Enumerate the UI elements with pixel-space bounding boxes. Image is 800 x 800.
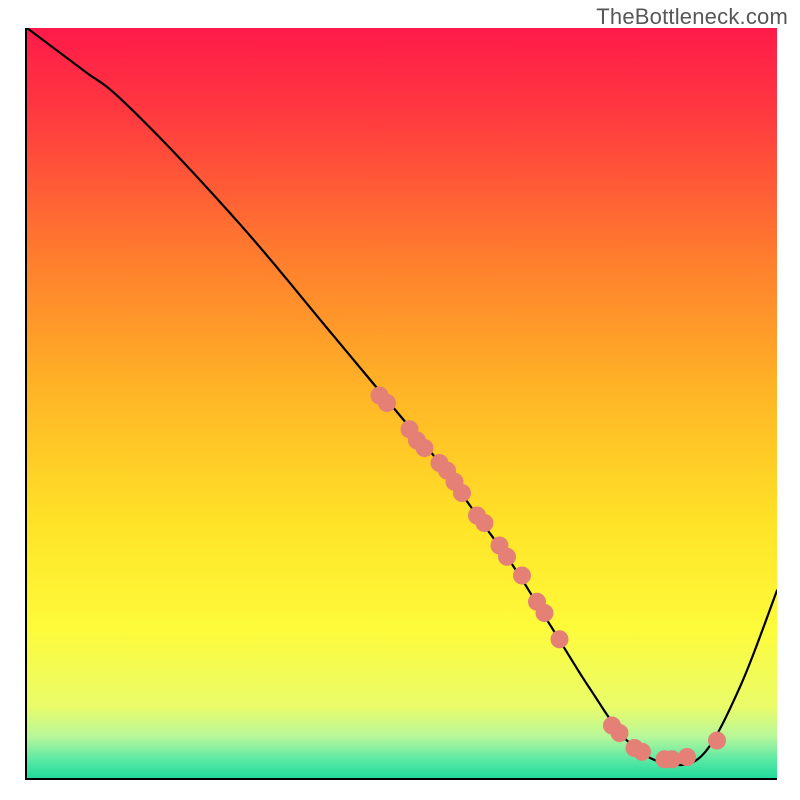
watermark-text: TheBottleneck.com	[596, 4, 788, 30]
curve-marker	[416, 439, 434, 457]
curve-marker	[708, 732, 726, 750]
curve-marker	[498, 548, 516, 566]
curve-marker	[678, 748, 696, 766]
curve-marker	[476, 514, 494, 532]
chart-plot-area	[25, 28, 777, 780]
curve-marker	[633, 743, 651, 761]
curve-marker	[513, 567, 531, 585]
chart-background-gradient	[27, 28, 777, 778]
curve-marker	[378, 394, 396, 412]
curve-marker	[551, 630, 569, 648]
curve-marker	[611, 724, 629, 742]
curve-marker	[536, 604, 554, 622]
curve-marker	[453, 484, 471, 502]
chart-svg	[27, 28, 777, 778]
